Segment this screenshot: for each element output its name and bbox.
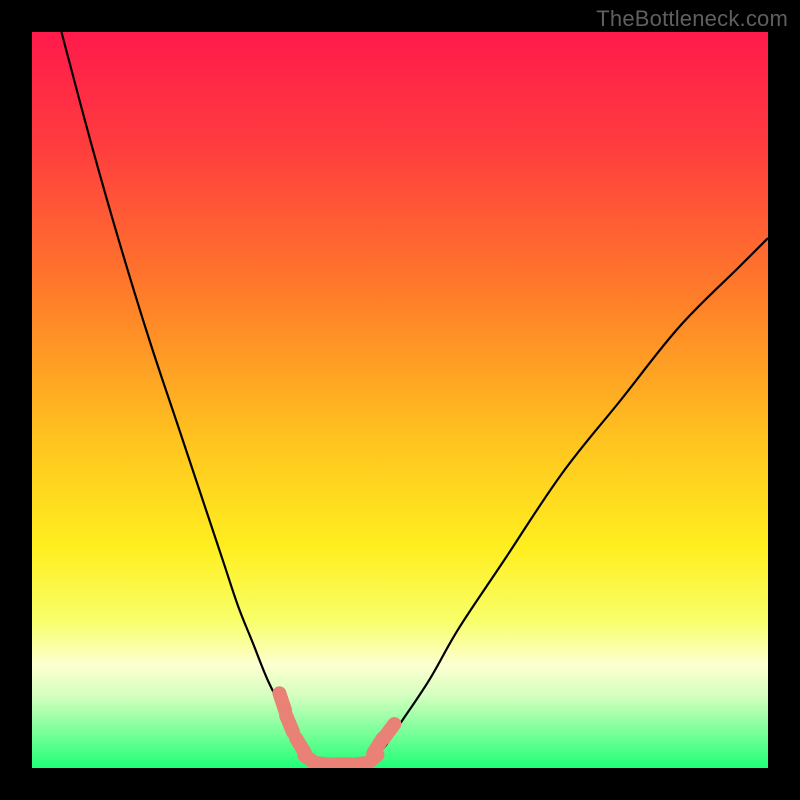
marker-capsule — [286, 716, 293, 733]
bottleneck-curve — [61, 32, 768, 765]
highlighted-markers — [279, 693, 394, 766]
watermark-text: TheBottleneck.com — [596, 6, 788, 32]
chart-svg — [32, 32, 768, 768]
plot-area — [32, 32, 768, 768]
marker-capsule — [279, 693, 285, 710]
marker-capsule — [384, 724, 395, 738]
chart-frame: TheBottleneck.com — [0, 0, 800, 800]
